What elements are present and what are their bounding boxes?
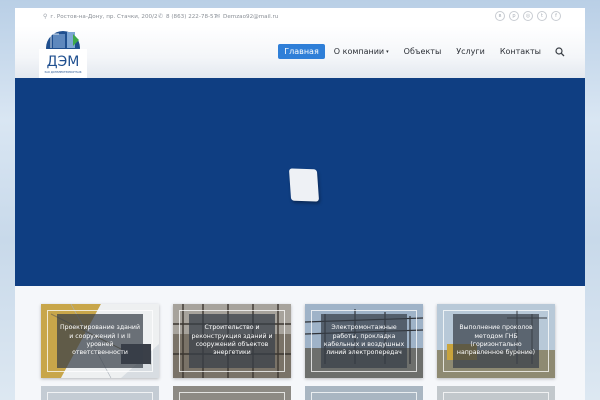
service-card-label[interactable]: Выполнение проколов методом ГНБ (горизон…	[453, 314, 539, 368]
email-text[interactable]: Demzao92@mail.ru	[223, 14, 278, 20]
facebook-icon[interactable]: f	[551, 11, 561, 21]
search-icon[interactable]	[555, 46, 565, 57]
play-button[interactable]	[288, 168, 320, 202]
phone-info[interactable]: ✆ 8 (863) 222-78-57	[158, 13, 217, 20]
service-card-label[interactable]: Электромонтажные работы, прокладка кабел…	[321, 314, 407, 368]
service-card-electrical[interactable]: Электромонтажные работы, прокладка кабел…	[305, 304, 423, 378]
chevron-down-icon: ▾	[386, 48, 389, 55]
card-frame	[179, 392, 285, 400]
card-frame	[443, 392, 549, 400]
nav-item-home[interactable]: Главная	[278, 44, 325, 59]
vk-icon[interactable]: в	[495, 11, 505, 21]
service-card-construction[interactable]: Строительство и реконструкция зданий и с…	[173, 304, 291, 378]
nav-item-contacts[interactable]: Контакты	[494, 44, 547, 59]
top-info-bar: ⚲ г. Ростов-на-Дону, пр. Стачки, 200/2 ✆…	[15, 8, 585, 26]
address-info: ⚲ г. Ростов-на-Дону, пр. Стачки, 200/2	[43, 13, 158, 20]
logo-text: ДЭМ	[47, 54, 80, 70]
instagram-icon[interactable]: ◎	[523, 11, 533, 21]
service-card-label[interactable]: Строительство и реконструкция зданий и с…	[189, 314, 275, 368]
service-card-row2-1[interactable]	[41, 386, 159, 400]
main-nav: Главная О компании ▾ Объекты Услуги Конт…	[275, 44, 565, 59]
nav-item-about-label: О компании	[333, 47, 385, 56]
twitter-icon[interactable]: t	[537, 11, 547, 21]
service-card-row2-2[interactable]	[173, 386, 291, 400]
service-card-row2-4[interactable]	[437, 386, 555, 400]
card-frame	[47, 392, 153, 400]
nav-item-about[interactable]: О компании ▾	[328, 44, 395, 59]
nav-item-services[interactable]: Услуги	[450, 44, 491, 59]
card-frame	[311, 392, 417, 400]
nav-item-objects[interactable]: Объекты	[398, 44, 448, 59]
service-card-design[interactable]: Проектирование зданий и сооружений I и I…	[41, 304, 159, 378]
service-card-label[interactable]: Проектирование зданий и сооружений I и I…	[57, 314, 143, 368]
email-info[interactable]: ✉ Demzao92@mail.ru	[215, 13, 278, 20]
service-card-drilling[interactable]: Выполнение проколов методом ГНБ (горизон…	[437, 304, 555, 378]
phone-icon: ✆	[158, 13, 164, 20]
site-header: ДЭМ ЗАО ДОНЭЛЕКТРОМОНТАЖ Главная О компа…	[15, 26, 585, 78]
company-logo[interactable]: ДЭМ ЗАО ДОНЭЛЕКТРОМОНТАЖ	[39, 30, 87, 78]
page: ⚲ г. Ростов-на-Дону, пр. Стачки, 200/2 ✆…	[15, 8, 585, 400]
services-section: Проектирование зданий и сооружений I и I…	[15, 286, 585, 400]
pinterest-icon[interactable]: p	[509, 11, 519, 21]
phone-text[interactable]: 8 (863) 222-78-57	[166, 14, 217, 20]
envelope-icon: ✉	[215, 13, 221, 20]
service-card-row2-3[interactable]	[305, 386, 423, 400]
map-pin-icon: ⚲	[43, 13, 48, 20]
logo-subtitle: ЗАО ДОНЭЛЕКТРОМОНТАЖ	[44, 70, 81, 74]
hero-video[interactable]	[15, 78, 585, 286]
address-text: г. Ростов-на-Дону, пр. Стачки, 200/2	[50, 13, 158, 20]
